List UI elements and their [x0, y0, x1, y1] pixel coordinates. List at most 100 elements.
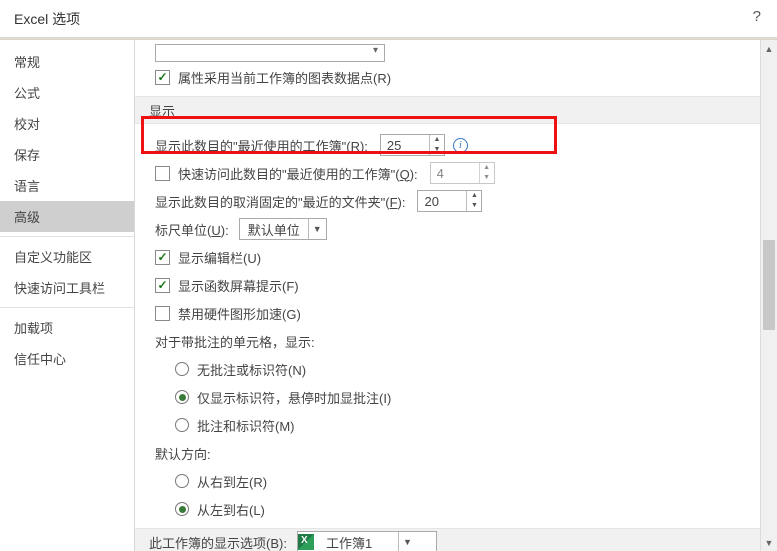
- sidebar-item-label: 语言: [14, 179, 40, 194]
- checkbox-function-tips[interactable]: [155, 278, 170, 293]
- sidebar-item-label: 高级: [14, 210, 40, 225]
- label-comments-opt2: 仅显示标识符，悬停时加显批注(I): [197, 388, 391, 407]
- content-pane: 属性采用当前工作簿的图表数据点(R) 显示 显示此数目的"最近使用的工作簿"(R…: [135, 40, 777, 551]
- category-sidebar: 常规 公式 校对 保存 语言 高级 自定义功能区 快速访问工具栏 加载项 信任中…: [0, 40, 135, 551]
- label-direction-opt2: 从左到右(L): [197, 500, 265, 519]
- sidebar-item-formulas[interactable]: 公式: [0, 77, 134, 108]
- sidebar-item-trust-center[interactable]: 信任中心: [0, 343, 134, 374]
- row-hw-accel: 禁用硬件图形加速(G): [155, 300, 777, 326]
- label-ruler-units: 标尺单位(U):: [155, 220, 229, 239]
- spinner-down-icon[interactable]: ▼: [480, 173, 494, 183]
- row-function-tips: 显示函数屏幕提示(F): [155, 272, 777, 298]
- row-recent-workbooks: 显示此数目的"最近使用的工作簿"(R): ▲▼ i: [155, 132, 777, 158]
- row-chart-datapoints: 属性采用当前工作簿的图表数据点(R): [155, 64, 777, 90]
- hotkey: R: [351, 139, 360, 154]
- hotkey: U: [211, 223, 220, 238]
- spinner-down-icon[interactable]: ▼: [467, 201, 481, 211]
- spinner-input[interactable]: [381, 135, 429, 155]
- label-direction-opt1: 从右到左(R): [197, 472, 267, 491]
- combo-value: 工作簿1: [318, 533, 398, 551]
- row-formula-bar: 显示编辑栏(U): [155, 244, 777, 270]
- section-title: 显示: [149, 101, 175, 120]
- combo-workbook[interactable]: 工作簿1 ▼: [297, 531, 437, 551]
- row-comments-opt3: 批注和标识符(M): [175, 412, 777, 438]
- section-display: 显示: [135, 96, 777, 124]
- sidebar-item-label: 校对: [14, 117, 40, 132]
- sidebar-item-label: 信任中心: [14, 352, 66, 367]
- section-workbook-display: 此工作簿的显示选项(B): 工作簿1 ▼: [135, 528, 777, 551]
- sidebar-item-save[interactable]: 保存: [0, 139, 134, 170]
- checkbox-quick-access-recent[interactable]: [155, 166, 170, 181]
- radio-comments-none[interactable]: [175, 362, 189, 376]
- radio-comments-both[interactable]: [175, 418, 189, 432]
- row-quick-access-recent: 快速访问此数目的"最近使用的工作簿"(Q): ▲▼: [155, 160, 777, 186]
- label-formula-bar: 显示编辑栏(U): [178, 248, 261, 267]
- sidebar-item-advanced[interactable]: 高级: [0, 201, 134, 232]
- sidebar-item-label: 快速访问工具栏: [14, 281, 105, 296]
- spinner-recent-workbooks[interactable]: ▲▼: [380, 134, 445, 156]
- sidebar-item-addins[interactable]: 加载项: [0, 312, 134, 343]
- combo-ruler-units[interactable]: 默认单位 ▼: [239, 218, 327, 240]
- sidebar-item-customize-ribbon[interactable]: 自定义功能区: [0, 241, 134, 272]
- sidebar-item-label: 保存: [14, 148, 40, 163]
- sidebar-item-proofing[interactable]: 校对: [0, 108, 134, 139]
- scroll-down-icon[interactable]: ▼: [761, 534, 777, 551]
- label-text: ):: [410, 167, 418, 182]
- spinner-input[interactable]: [431, 163, 479, 183]
- spinner-down-icon[interactable]: ▼: [430, 145, 444, 155]
- sidebar-item-label: 常规: [14, 55, 40, 70]
- sidebar-item-label: 加载项: [14, 321, 53, 336]
- scrollbar-thumb[interactable]: [763, 240, 775, 330]
- row-comments-header: 对于带批注的单元格，显示:: [155, 328, 777, 354]
- sidebar-separator: [0, 236, 134, 237]
- label-function-tips: 显示函数屏幕提示(F): [178, 276, 299, 295]
- spinner-up-icon[interactable]: ▲: [467, 191, 481, 201]
- radio-direction-rtl[interactable]: [175, 474, 189, 488]
- label-hw-accel: 禁用硬件图形加速(G): [178, 304, 301, 323]
- sidebar-item-qat[interactable]: 快速访问工具栏: [0, 272, 134, 303]
- label-comments-opt3: 批注和标识符(M): [197, 416, 295, 435]
- help-button[interactable]: ?: [753, 8, 761, 25]
- checkbox-hw-accel[interactable]: [155, 306, 170, 321]
- row-direction-header: 默认方向:: [155, 440, 777, 466]
- row-direction-opt2: 从左到右(L): [175, 496, 777, 522]
- label-text: ):: [221, 223, 229, 238]
- checkbox-chart-datapoints[interactable]: [155, 70, 170, 85]
- radio-direction-ltr[interactable]: [175, 502, 189, 516]
- label-chart-datapoints: 属性采用当前工作簿的图表数据点(R): [178, 68, 391, 87]
- sidebar-item-language[interactable]: 语言: [0, 170, 134, 201]
- label-comments-opt1: 无批注或标识符(N): [197, 360, 306, 379]
- label-direction-header: 默认方向:: [155, 444, 211, 463]
- label-text: 显示此数目的取消固定的"最近的文件夹"(: [155, 195, 390, 210]
- spinner-up-icon[interactable]: ▲: [430, 135, 444, 145]
- sidebar-separator: [0, 307, 134, 308]
- excel-workbook-icon: [298, 534, 314, 550]
- spinner-up-icon[interactable]: ▲: [480, 163, 494, 173]
- spinner-input[interactable]: [418, 191, 466, 211]
- label-text: 快速访问此数目的"最近使用的工作簿"(: [178, 167, 400, 182]
- chevron-down-icon: ▼: [398, 532, 416, 551]
- label-recent-workbooks: 显示此数目的"最近使用的工作簿"(R):: [155, 136, 368, 155]
- row-recent-folders: 显示此数目的取消固定的"最近的文件夹"(F): ▲▼: [155, 188, 777, 214]
- label-comments-header: 对于带批注的单元格，显示:: [155, 332, 315, 351]
- chevron-down-icon: ▼: [308, 219, 326, 239]
- label-text: 标尺单位(: [155, 223, 211, 238]
- spinner-quick-access-recent[interactable]: ▲▼: [430, 162, 495, 184]
- sidebar-item-general[interactable]: 常规: [0, 46, 134, 77]
- sidebar-item-label: 自定义功能区: [14, 250, 92, 265]
- label-quick-access-recent: 快速访问此数目的"最近使用的工作簿"(Q):: [178, 164, 418, 183]
- checkbox-formula-bar[interactable]: [155, 250, 170, 265]
- radio-comments-indicator[interactable]: [175, 390, 189, 404]
- row-comments-opt2: 仅显示标识符，悬停时加显批注(I): [175, 384, 777, 410]
- spinner-recent-folders[interactable]: ▲▼: [417, 190, 482, 212]
- info-icon[interactable]: i: [453, 138, 468, 153]
- vertical-scrollbar[interactable]: ▲ ▼: [760, 40, 777, 551]
- truncated-combo[interactable]: [155, 44, 385, 62]
- row-direction-opt1: 从右到左(R): [175, 468, 777, 494]
- hotkey: Q: [400, 167, 410, 182]
- section-title: 此工作簿的显示选项(B):: [149, 533, 287, 551]
- row-comments-opt1: 无批注或标识符(N): [175, 356, 777, 382]
- label-text: 显示此数目的"最近使用的工作簿"(: [155, 139, 351, 154]
- label-text: ):: [360, 139, 368, 154]
- scroll-up-icon[interactable]: ▲: [761, 40, 777, 57]
